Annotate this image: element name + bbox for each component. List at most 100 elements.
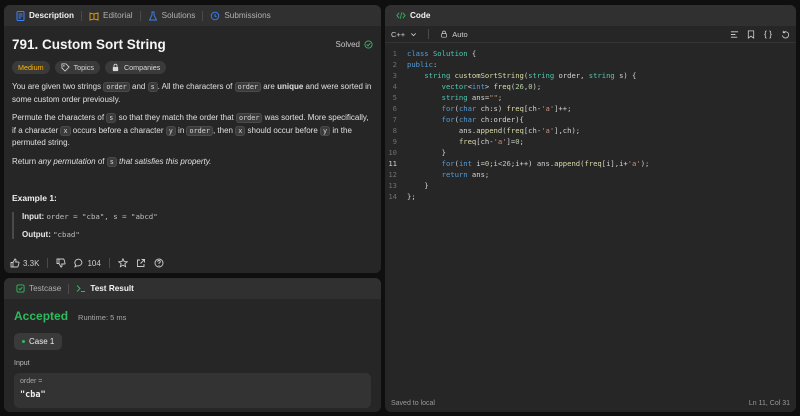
star-icon[interactable]: [117, 258, 128, 268]
code-panel: Code C++ Auto 1 class Solution {2 publi…: [385, 5, 796, 412]
line-content: }: [407, 181, 429, 190]
reset-icon[interactable]: [780, 29, 790, 39]
description-paragraph-3: Return any permutation of s that satisfi…: [12, 156, 373, 169]
tag-icon: [61, 63, 71, 73]
tab-label: Editorial: [103, 11, 133, 20]
code-editor[interactable]: 1 class Solution {2 public: 3 string custom…: [385, 43, 796, 202]
language-select[interactable]: C++: [391, 29, 418, 39]
thumbs-down-icon[interactable]: [56, 258, 66, 268]
tab-testcase[interactable]: Testcase: [10, 278, 66, 299]
code-line[interactable]: 4 vector<int> freq(26,0);: [385, 81, 796, 92]
problem-title[interactable]: 791. Custom Sort String: [12, 37, 166, 52]
tab-test-result[interactable]: Test Result: [71, 278, 139, 299]
inline-code: order: [103, 82, 130, 92]
description-tabbar: Description Editorial Solutions Submissi…: [4, 5, 381, 26]
inline-code: x: [60, 125, 71, 136]
line-content: for(int i=0;i<26;i++) ans.append(freq[i]…: [441, 159, 650, 168]
example-output: Output: "cbad": [22, 230, 373, 239]
braces-icon[interactable]: [763, 29, 773, 39]
code-line[interactable]: 10 }: [385, 147, 796, 158]
flask-icon: [148, 11, 158, 21]
line-number: 2: [392, 60, 397, 69]
code-line[interactable]: 14};: [385, 191, 796, 202]
description-body: 791. Custom Sort String Solved Medium To…: [4, 26, 381, 252]
result-body: Accepted Runtime: 5 ms Case 1 Input orde…: [4, 299, 381, 412]
inline-code: order: [235, 113, 263, 123]
chevron-down-icon: [408, 29, 418, 39]
text: are: [261, 82, 278, 91]
topics-label: Topics: [73, 63, 94, 72]
difficulty-badge: Medium: [12, 61, 50, 74]
code-line[interactable]: 3 string customSortString(string order, …: [385, 70, 796, 81]
italic-text: that satisfies this property.: [116, 156, 212, 166]
inline-code: order: [234, 82, 262, 92]
language-label: C++: [391, 29, 406, 39]
example-output-value: "cbad": [53, 230, 80, 239]
text: of: [95, 156, 107, 166]
lock-icon: [439, 29, 449, 39]
tab-label: Description: [29, 11, 75, 20]
line-number: 3: [392, 71, 397, 80]
check-circle-icon: [363, 40, 373, 50]
lock-icon: [111, 63, 121, 73]
code-line[interactable]: 5 string ans="";: [385, 92, 796, 103]
auto-mode-button[interactable]: Auto: [439, 29, 468, 39]
line-number: 10: [388, 148, 397, 157]
code-line[interactable]: 6 for(char ch:s) freq[ch-'a']++;: [385, 103, 796, 114]
input-key: order =: [20, 378, 43, 385]
tab-divider: [81, 10, 83, 21]
share-icon[interactable]: [136, 258, 146, 268]
line-number: 8: [392, 126, 397, 135]
cursor-position: Ln 11, Col 31: [748, 399, 790, 407]
italic-text: any permutation: [38, 156, 96, 166]
tab-label: Code: [410, 11, 431, 20]
solved-label: Solved: [335, 40, 360, 49]
divider: [108, 258, 110, 268]
example-input: Input: order = "cba", s = "abcd": [22, 212, 373, 221]
input-label: Input: [14, 360, 30, 367]
topics-button[interactable]: Topics: [54, 61, 100, 74]
example-input-value: order = "cba", s = "abcd": [46, 212, 158, 221]
inline-code: x: [235, 125, 246, 136]
example-output-label: Output:: [22, 230, 51, 239]
line-content: public:: [407, 60, 438, 69]
inline-code: order: [186, 125, 213, 136]
help-icon[interactable]: [154, 258, 164, 268]
line-content: string ans="";: [441, 93, 503, 102]
text: . All the characters of: [157, 82, 235, 91]
saved-status: Saved to local: [391, 399, 435, 407]
code-line[interactable]: 13 }: [385, 180, 796, 191]
text: , then: [212, 125, 236, 135]
like-button[interactable]: 3.3K: [10, 258, 39, 268]
line-number: 5: [392, 93, 397, 102]
code-line[interactable]: 1 class Solution {: [385, 48, 796, 59]
bookmark-icon[interactable]: [746, 29, 756, 39]
like-count: 3.3K: [23, 258, 40, 268]
text: You are given two strings: [12, 82, 104, 91]
companies-button[interactable]: Companies: [104, 61, 167, 74]
inline-code: y: [320, 125, 331, 136]
tab-description[interactable]: Description: [10, 5, 79, 26]
input-value: "cba": [20, 390, 46, 400]
tab-code[interactable]: Code: [391, 5, 435, 26]
line-number: 11: [388, 159, 397, 168]
comments-button[interactable]: 104: [74, 258, 101, 268]
text: Permute the characters of: [12, 113, 107, 122]
tab-editorial[interactable]: Editorial: [84, 5, 138, 26]
tab-label: Testcase: [29, 284, 62, 293]
code-line[interactable]: 2 public:: [385, 59, 796, 70]
code-line[interactable]: 11 for(int i=0;i<26;i++) ans.append(freq…: [385, 158, 796, 169]
code-toolbar: C++ Auto: [385, 26, 796, 43]
example-box: Input: order = "cba", s = "abcd" Output:…: [12, 212, 373, 239]
code-line[interactable]: 9 freq[ch-'a']=0;: [385, 136, 796, 147]
line-number: 12: [388, 170, 397, 179]
code-line[interactable]: 7 for(char ch:order){: [385, 114, 796, 125]
case-1-button[interactable]: Case 1: [14, 333, 63, 350]
code-line[interactable]: 8 ans.append(freq[ch-'a'],ch);: [385, 125, 796, 136]
format-icon[interactable]: [729, 29, 739, 39]
tab-solutions[interactable]: Solutions: [143, 5, 201, 26]
line-content: return ans;: [441, 170, 490, 179]
tab-divider: [202, 10, 204, 21]
code-line[interactable]: 12 return ans;: [385, 169, 796, 180]
tab-submissions[interactable]: Submissions: [205, 5, 275, 26]
